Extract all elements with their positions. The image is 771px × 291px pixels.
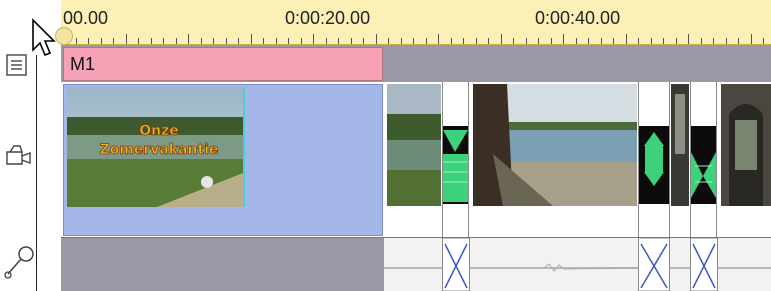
ruler-tick [700, 38, 702, 44]
ruler-tick [388, 38, 389, 44]
ruler-tick [88, 38, 89, 44]
ruler-tick [513, 38, 514, 44]
timeline-editor: 00.00 0:00:20.00 0:00:40.00 M1 Onze Zome… [0, 0, 771, 291]
ruler-tick [650, 38, 652, 44]
ruler-tick [225, 38, 227, 44]
title-track[interactable]: M1 [61, 45, 771, 82]
video-track[interactable]: Onze Zomervakantie [61, 82, 771, 237]
ruler-tick [638, 38, 639, 44]
transition-block[interactable] [690, 82, 717, 237]
marker-label: M1 [70, 54, 96, 74]
ruler-tick [400, 38, 402, 44]
ruler-tick [138, 38, 139, 44]
ruler-tick [725, 38, 727, 44]
ruler-tick [575, 38, 577, 44]
clip-title-text: Zomervakantie [99, 142, 218, 158]
ruler-tick [363, 38, 364, 44]
selected-clip[interactable]: Onze Zomervakantie [63, 84, 383, 236]
ruler-tick [713, 38, 714, 44]
ruler-tick [538, 38, 539, 44]
ruler-tick [250, 34, 252, 44]
ruler-tick [288, 38, 289, 44]
ruler-tick [425, 38, 427, 44]
svg-text:Onze: Onze [139, 123, 179, 139]
ruler-tick [600, 38, 602, 44]
title-clip-image: Onze Zomervakantie [67, 87, 243, 207]
clip-thumbnail-title: Onze Zomervakantie [67, 87, 243, 207]
ruler-tick [113, 38, 114, 44]
ruler-tick [175, 38, 177, 44]
ruler-tick [525, 38, 527, 44]
time-ruler[interactable]: 00.00 0:00:20.00 0:00:40.00 [55, 0, 771, 45]
clip-edge [243, 87, 245, 207]
ruler-tick [488, 38, 489, 44]
ruler-tick [275, 38, 277, 44]
marker-m1[interactable]: M1 [63, 47, 383, 81]
ruler-tick [663, 38, 664, 44]
gutter-divider [36, 55, 37, 291]
ruler-tick [100, 38, 102, 44]
audio-track[interactable] [61, 238, 771, 291]
ruler-label-40: 0:00:40.00 [535, 8, 621, 28]
ruler-tick [613, 38, 614, 44]
ruler-tick [163, 38, 164, 44]
ruler-tick [325, 38, 327, 44]
ruler-tick [475, 38, 477, 44]
ruler-tick [738, 38, 739, 44]
video-track-icon[interactable] [4, 140, 34, 170]
transition-block[interactable] [638, 82, 670, 237]
title-track-icon[interactable] [4, 52, 30, 78]
ruler-tick [188, 34, 189, 44]
ruler-tick [450, 38, 452, 44]
ruler-tick [300, 38, 302, 44]
playhead-handle[interactable] [55, 27, 73, 45]
microphone-icon[interactable] [2, 242, 36, 287]
ruler-tick [688, 34, 689, 44]
ruler-tick [625, 34, 627, 44]
ruler-tick [375, 34, 377, 44]
ruler-label-20: 0:00:20.00 [285, 8, 371, 28]
ruler-tick [550, 38, 552, 44]
ruler-tick [213, 38, 214, 44]
ruler-tick [150, 38, 152, 44]
track-header-gutter [0, 0, 61, 291]
clip-thumbnail-5[interactable] [721, 84, 771, 206]
audio-crossfade-icon[interactable] [690, 238, 718, 291]
ruler-tick [563, 34, 564, 44]
ruler-tick [675, 38, 677, 44]
ruler-tick [750, 34, 752, 44]
transition-block[interactable] [442, 82, 469, 237]
clip-thumbnail-2[interactable] [387, 84, 441, 206]
ruler-label-0: 00.00 [63, 8, 109, 28]
ruler-tick [350, 38, 352, 44]
ruler-tick [413, 38, 414, 44]
ruler-tick [338, 38, 339, 44]
ruler-tick [588, 38, 589, 44]
ruler-tick [263, 38, 264, 44]
ruler-tick [463, 38, 464, 44]
clip-thumbnail-3[interactable] [473, 84, 637, 206]
ruler-tick [763, 38, 764, 44]
ruler-tick [500, 34, 502, 44]
ruler-tick [125, 34, 127, 44]
ruler-tick [200, 38, 202, 44]
ruler-tick [313, 34, 314, 44]
clip-thumbnail-4[interactable] [671, 84, 689, 206]
ruler-tick [438, 34, 439, 44]
ruler-tick [238, 38, 239, 44]
audio-crossfade-icon[interactable] [638, 238, 670, 291]
arrow-cursor-icon [32, 18, 56, 57]
audio-crossfade-icon[interactable] [442, 238, 470, 291]
ruler-tick [75, 38, 77, 44]
